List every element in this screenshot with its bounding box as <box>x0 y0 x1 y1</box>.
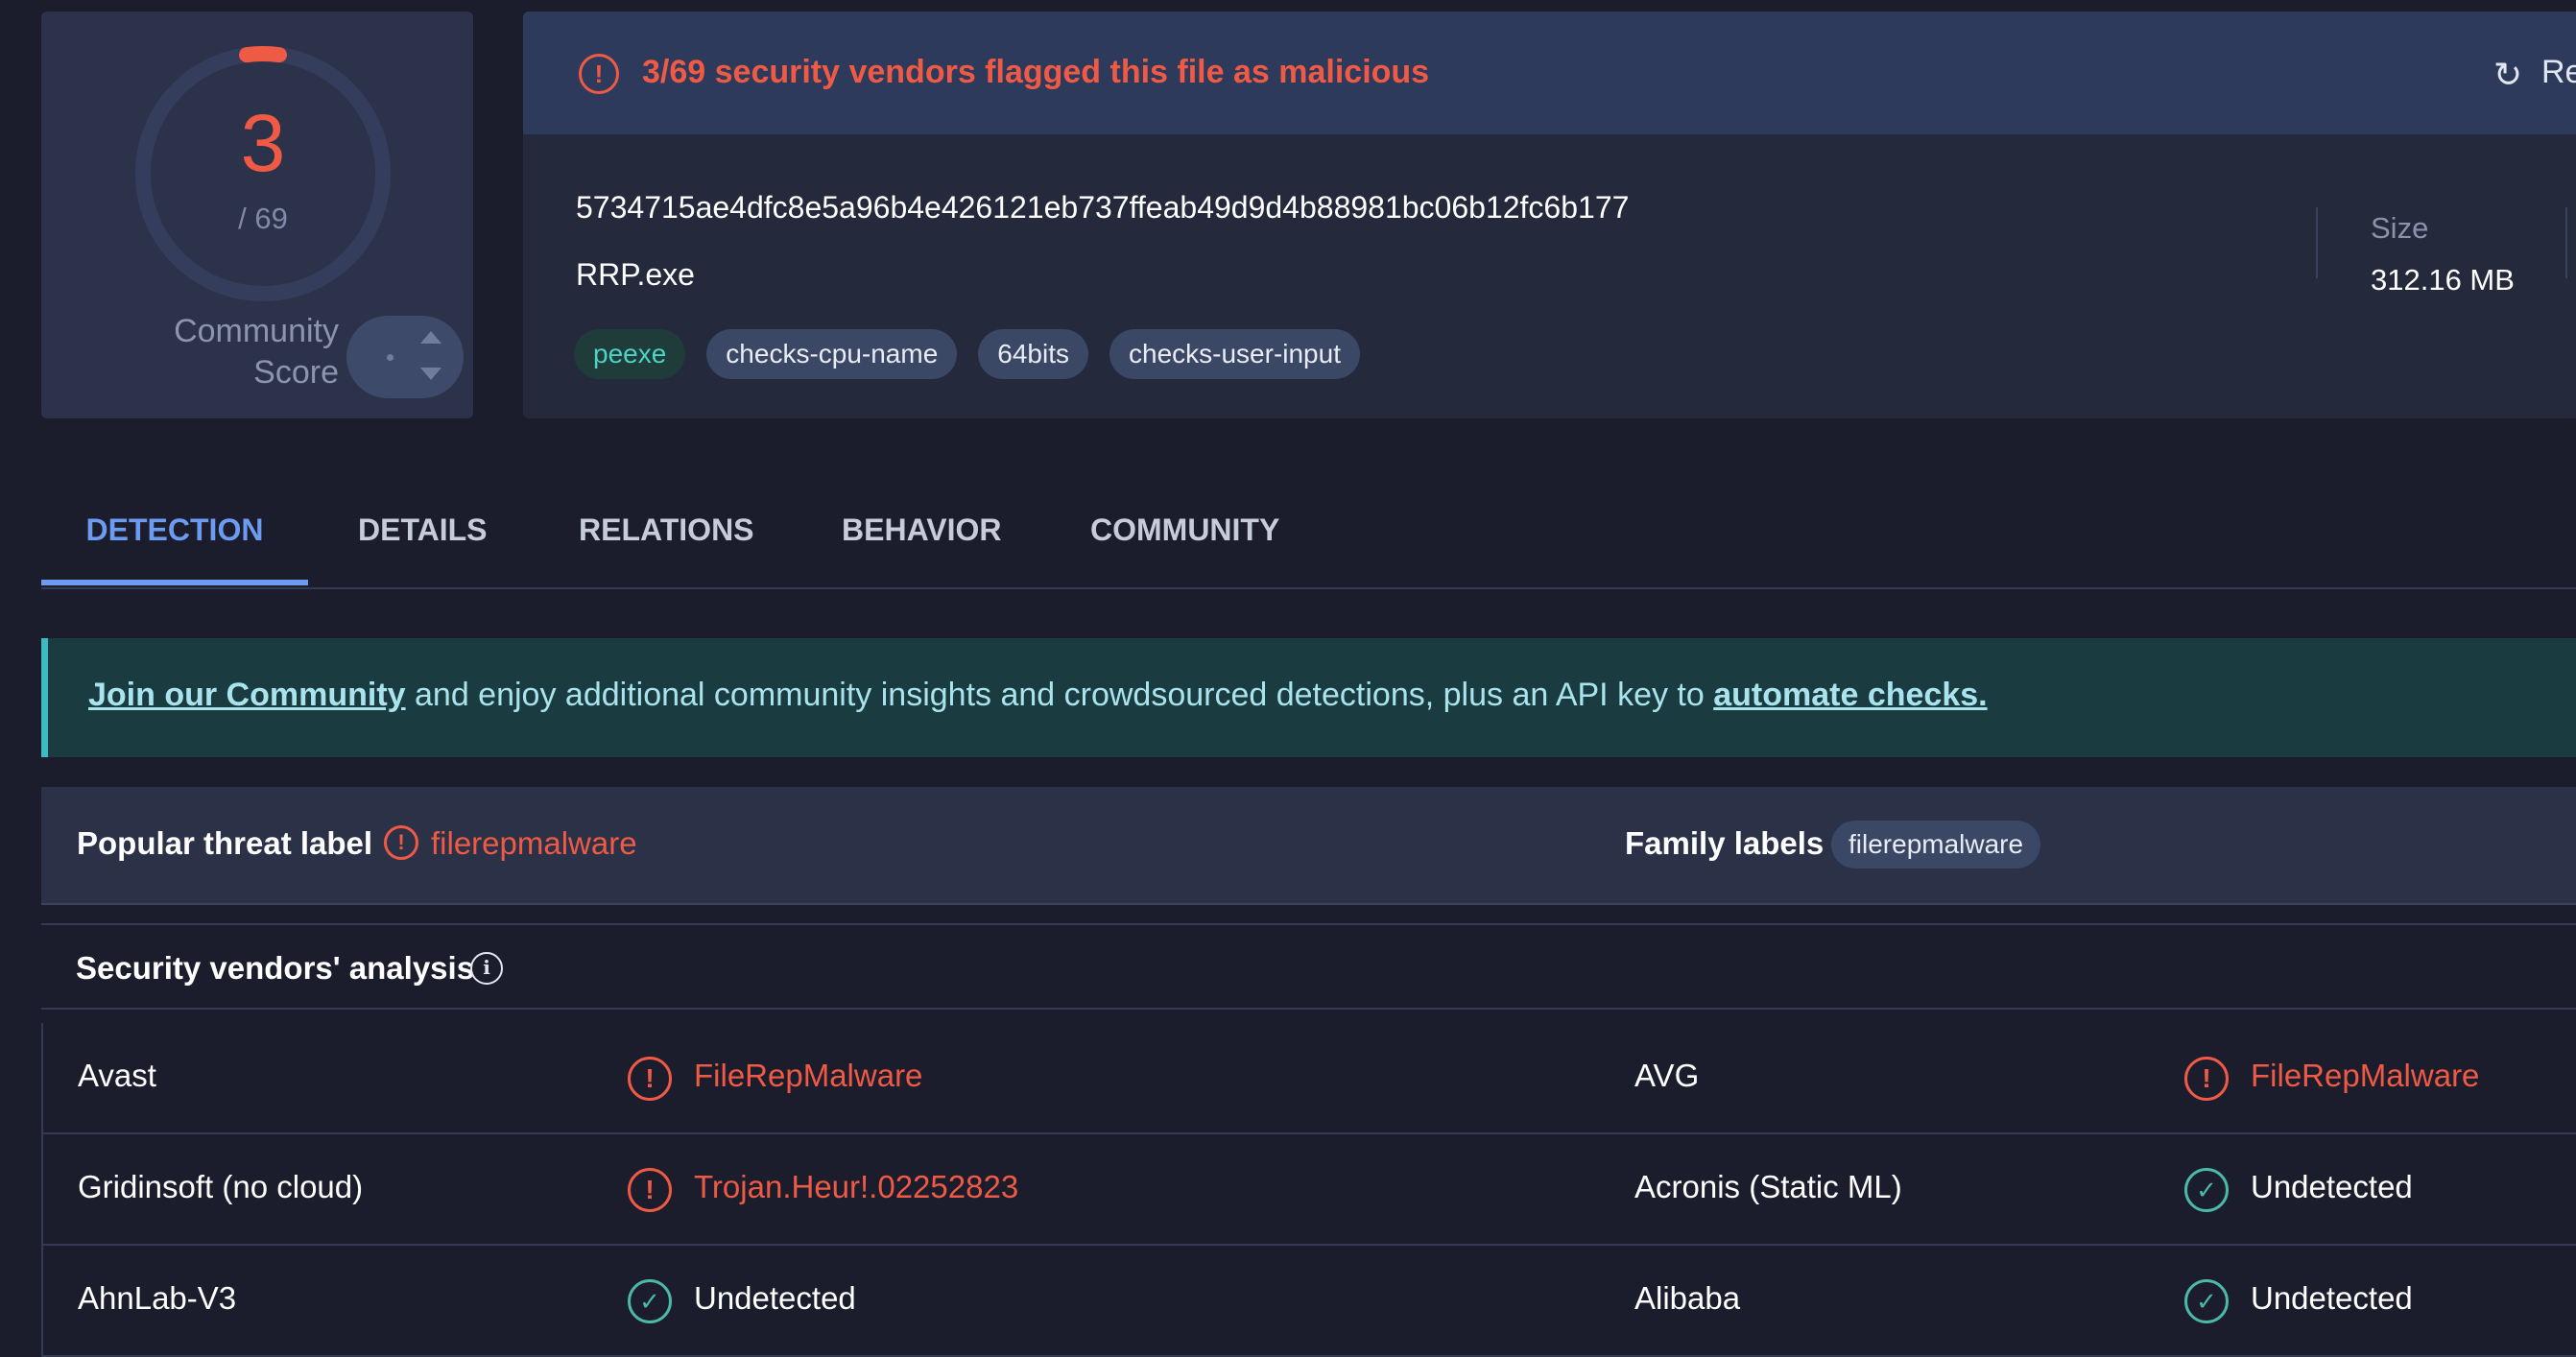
family-label-tag[interactable]: filerepmalware <box>1831 821 2041 869</box>
report-tabs: DETECTION DETAILS RELATIONS BEHAVIOR COM… <box>41 480 2576 589</box>
alert-exclamation-icon: ! <box>579 54 619 94</box>
join-community-link[interactable]: Join our Community <box>88 677 406 713</box>
undetected-check-icon: ✓ <box>628 1279 672 1323</box>
alert-text: 3/69 security vendors flagged this file … <box>642 54 1430 90</box>
tab-community[interactable]: COMMUNITY <box>1090 480 1279 585</box>
divider <box>2316 207 2318 278</box>
malicious-alert-icon: ! <box>628 1057 672 1101</box>
divider <box>2565 207 2567 278</box>
engine-total: / 69 <box>238 202 288 235</box>
community-banner: Join our Community and enjoy additional … <box>41 638 2576 757</box>
detection-score-card: 3 / 69 Community Score <box>41 12 473 418</box>
vendor-name: Alibaba <box>1634 1280 1741 1316</box>
vendor-result: Undetected <box>2251 1280 2413 1316</box>
tag-checks-user-input[interactable]: checks-user-input <box>1109 329 1360 379</box>
vote-score-dot <box>387 354 394 361</box>
vendors-table: Avast! FileRepMalware AVG! FileRepMalware Gr… <box>41 1023 2576 1357</box>
undetected-check-icon: ✓ <box>2184 1168 2229 1212</box>
malicious-alert-icon: ! <box>2184 1057 2229 1101</box>
threat-exclamation-icon: ! <box>384 825 418 860</box>
malicious-alert-bar: ! 3/69 security vendors flagged this fil… <box>523 12 2576 134</box>
vendor-row: Gridinsoft (no cloud)! Trojan.Heur!.02252… <box>43 1134 2576 1246</box>
family-labels-title: Family labels <box>1625 825 1825 861</box>
threat-label-row: Popular threat label ! filerepmalware Fa… <box>41 787 2576 905</box>
tag-checks-cpu-name[interactable]: checks-cpu-name <box>706 329 958 379</box>
tag-64bits[interactable]: 64bits <box>978 329 1088 379</box>
vendor-name: Avast <box>78 1058 156 1093</box>
tab-details[interactable]: DETAILS <box>358 480 488 585</box>
tab-relations[interactable]: RELATIONS <box>579 480 754 585</box>
size-label: Size <box>2371 211 2429 245</box>
file-tags: peexe checks-cpu-name 64bits checks-user… <box>574 329 1360 379</box>
undetected-check-icon: ✓ <box>2184 1279 2229 1323</box>
community-score-label: Community Score <box>174 313 339 391</box>
file-info-card: ! 3/69 security vendors flagged this fil… <box>523 12 2576 418</box>
popular-threat-label-value: filerepmalware <box>431 825 637 861</box>
reanalyze-button[interactable]: Re <box>2541 54 2576 91</box>
file-name: RRP.exe <box>576 257 695 292</box>
vendors-analysis-header: Security vendors' analysis i <box>41 923 2576 1010</box>
vendor-name: AhnLab-V3 <box>78 1280 237 1316</box>
vote-up-icon[interactable] <box>420 331 441 344</box>
community-vote-control[interactable] <box>346 316 464 398</box>
score-gauge-arc <box>238 46 288 63</box>
vendor-result: FileRepMalware <box>694 1058 923 1093</box>
vendor-result: Trojan.Heur!.02252823 <box>694 1169 1019 1204</box>
banner-body-text: and enjoy additional community insights … <box>405 677 1714 713</box>
popular-threat-label-title: Popular threat label <box>77 825 373 861</box>
vendor-row: AhnLab-V3 ✓ Undetected Alibaba ✓ Undetected <box>43 1246 2576 1357</box>
vendor-row: Avast! FileRepMalware AVG! FileRepMalware <box>43 1023 2576 1134</box>
vendor-name: Acronis (Static ML) <box>1634 1169 1902 1204</box>
banner-text: Join our Community and enjoy additional … <box>88 677 1988 714</box>
vendor-result: Undetected <box>694 1280 856 1316</box>
file-hash: 5734715ae4dfc8e5a96b4e426121eb737ffeab49… <box>576 190 1630 225</box>
automate-checks-link[interactable]: automate checks. <box>1713 677 1987 713</box>
detection-count: 3 <box>240 98 286 188</box>
reanalyze-icon[interactable]: ↻ <box>2493 58 2528 92</box>
malicious-alert-icon: ! <box>628 1168 672 1212</box>
vendors-analysis-title: Security vendors' analysis <box>76 950 475 986</box>
vendor-result: Undetected <box>2251 1169 2413 1204</box>
vendor-name: AVG <box>1634 1058 1700 1093</box>
tag-peexe[interactable]: peexe <box>574 329 686 379</box>
vendor-result: FileRepMalware <box>2251 1058 2480 1093</box>
tab-behavior[interactable]: BEHAVIOR <box>842 480 1002 585</box>
tab-detection[interactable]: DETECTION <box>41 480 308 585</box>
info-icon[interactable]: i <box>470 952 503 985</box>
vote-down-icon[interactable] <box>420 368 441 380</box>
vendor-name: Gridinsoft (no cloud) <box>78 1169 364 1204</box>
size-value: 312.16 MB <box>2371 263 2515 297</box>
